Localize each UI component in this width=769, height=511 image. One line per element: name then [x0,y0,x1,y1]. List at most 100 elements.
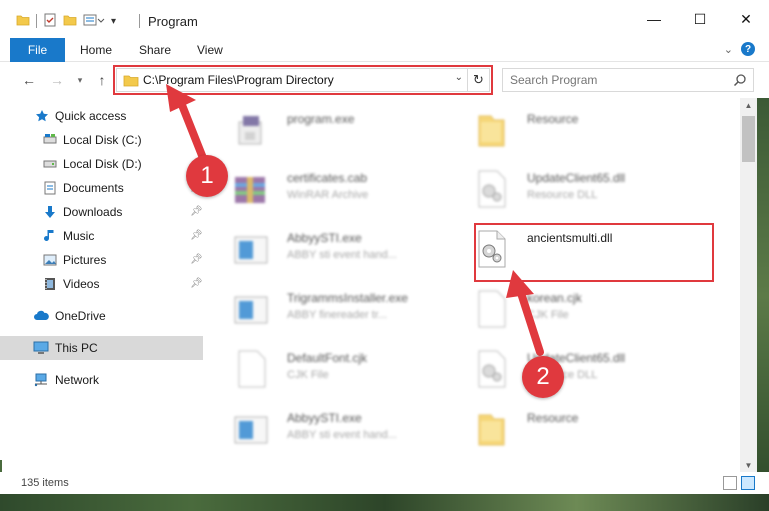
sidebar-item-label: Quick access [55,109,127,123]
maximize-button[interactable]: ☐ [677,0,723,38]
tab-file[interactable]: File [10,38,65,62]
sidebar-item-label: Local Disk (C:) [63,133,142,147]
scroll-down-button[interactable]: ▼ [740,458,757,472]
list-item[interactable]: Resource [445,401,685,457]
list-item[interactable]: certificates.cab WinRAR Archive [205,161,445,217]
search-box[interactable] [502,68,754,92]
list-item[interactable]: TrigrammsInstaller.exe ABBY finereader t… [205,281,445,337]
tab-share[interactable]: Share [139,38,171,62]
sidebar-item-label: Pictures [63,253,107,267]
file-name: Resource [527,112,579,126]
chevron-down-icon: ▾ [77,74,83,85]
search-icon[interactable] [733,73,747,90]
list-item[interactable]: UpdateClient65.dll Resource DLL [445,341,685,397]
list-item[interactable]: program.exe [205,102,445,158]
sidebar-item-pictures[interactable]: Pictures 📌︎ [0,248,203,272]
scroll-thumb[interactable] [742,116,755,162]
sidebar-item-label: Local Disk (D:) [63,157,142,171]
properties-icon[interactable] [43,13,57,30]
toolbar-divider [36,14,37,28]
expand-ribbon-icon[interactable]: ⌄ [724,43,733,56]
list-item[interactable]: Resource [445,102,685,158]
drive-icon [42,156,58,172]
list-item[interactable]: DefaultFont.cjk CJK File [205,341,445,397]
item-count: 135 items [21,477,69,489]
sidebar-item-music[interactable]: Music 📌︎ [0,224,203,248]
pin-icon[interactable]: 📌︎ [190,254,203,265]
callout-badge-2: 2 [522,356,564,398]
file-name: UpdateClient65.dll [527,171,626,185]
tab-home[interactable]: Home [80,38,112,62]
folder-icon [471,409,511,449]
sidebar-item-local-disk-c[interactable]: Local Disk (C:) [0,128,203,152]
search-input[interactable] [510,70,720,90]
maximize-icon: ☐ [693,10,707,27]
tab-view[interactable]: View [197,38,223,62]
customize-icon[interactable] [83,13,105,30]
sidebar-item-downloads[interactable]: Downloads 📌︎ [0,200,203,224]
chevron-up-icon: ▲ [744,100,753,110]
cloud-icon [33,308,49,324]
pin-icon[interactable]: 📌︎ [190,230,203,241]
pictures-icon [42,252,58,268]
help-icon[interactable]: ? [741,42,755,56]
file-type: ABBY sti event hand... [287,429,397,441]
close-button[interactable]: ✕ [723,0,769,38]
scroll-up-button[interactable]: ▲ [740,98,757,112]
forward-button[interactable]: → [48,71,66,89]
sidebar-item-label: Videos [63,277,100,291]
file-icon [231,349,271,389]
sidebar-item-onedrive[interactable]: OneDrive [0,304,203,328]
app-icon [231,229,271,269]
new-folder-icon[interactable] [63,13,77,30]
file-name: DefaultFont.cjk [287,351,368,365]
file-icon [471,289,511,329]
downloads-icon [42,204,58,220]
sidebar-item-network[interactable]: Network [0,368,203,392]
sidebar-item-this-pc[interactable]: This PC [0,336,203,360]
sidebar-item-local-disk-d[interactable]: Local Disk (D:) [0,152,203,176]
dll-icon [471,349,511,389]
pin-icon[interactable]: 📌︎ [190,206,203,217]
file-type: ABBY sti event hand... [287,249,397,261]
ribbon: File Home Share View ⌄ ? [0,38,769,62]
file-highlight [474,223,714,282]
file-type: ABBY finereader tr... [287,309,388,321]
file-name: Resource [527,411,579,425]
sidebar-item-documents[interactable]: Documents 📌︎ [0,176,203,200]
up-button[interactable]: ↑ [93,71,111,89]
back-button[interactable]: ← [20,71,38,89]
details-view-icon[interactable] [723,476,737,490]
background-edge [0,494,769,511]
videos-icon [42,276,58,292]
list-item[interactable]: AbbyySTI.exe ABBY sti event hand... [205,221,445,277]
view-switcher [723,476,755,490]
recent-locations-button[interactable]: ▾ [71,71,89,89]
list-item[interactable]: UpdateClient65.dll Resource DLL [445,161,685,217]
navigation-pane: Quick access Local Disk (C:) Local Disk … [0,98,205,460]
file-type: Resource DLL [527,189,598,201]
file-name: certificates.cab [287,171,368,185]
star-icon [34,108,50,124]
documents-icon [42,180,58,196]
sidebar-item-quick-access[interactable]: Quick access [0,104,203,128]
file-type: CJK File [287,369,329,381]
network-icon [33,372,49,388]
chevron-down-icon[interactable]: ▾ [111,16,116,27]
quick-access-toolbar: ▾ [16,12,116,30]
tiles-view-icon[interactable] [741,476,755,490]
sidebar-item-label: Music [63,229,95,243]
minimize-button[interactable]: — [631,0,677,38]
status-bar: 135 items [0,472,769,494]
vertical-scrollbar[interactable]: ▲ ▼ [740,98,757,472]
sidebar-item-videos[interactable]: Videos 📌︎ [0,272,203,296]
ribbon-controls: ⌄ ? [724,42,755,56]
list-item[interactable]: AbbyySTI.exe ABBY sti event hand... [205,401,445,457]
close-icon: ✕ [740,10,752,27]
sidebar-item-label: OneDrive [55,309,106,323]
pin-icon[interactable]: 📌︎ [190,278,203,289]
list-item[interactable]: korean.cjk CJK File [445,281,685,337]
sidebar-item-label: Network [55,373,100,387]
minimize-icon: — [647,11,661,27]
arrow-left-icon: ← [22,72,36,88]
